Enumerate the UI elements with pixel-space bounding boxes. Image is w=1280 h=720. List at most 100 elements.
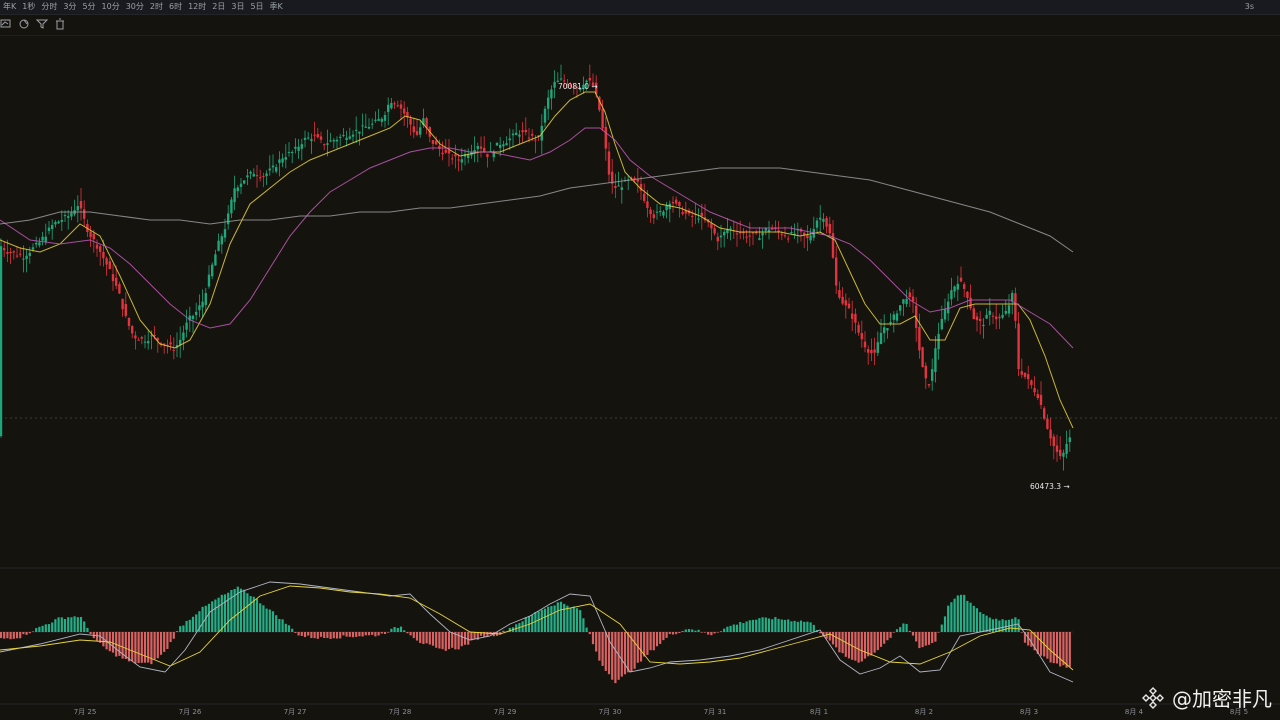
candle-body — [169, 342, 172, 345]
indicator-icon[interactable] — [0, 18, 14, 32]
candle-body — [908, 292, 911, 298]
candle-body — [601, 108, 604, 129]
macd-bar — [767, 618, 771, 632]
macd-bar — [422, 632, 425, 645]
candle-body — [291, 151, 294, 154]
macd-bar — [582, 618, 585, 632]
macd-bar — [787, 619, 790, 632]
macd-bar — [892, 632, 895, 633]
candle-body — [419, 127, 422, 135]
interval-6[interactable]: 30分 — [124, 0, 148, 14]
candle-body — [214, 254, 217, 266]
macd-bar — [835, 632, 838, 648]
candle-body — [950, 290, 953, 300]
candle-body — [940, 318, 943, 330]
candle-body — [486, 153, 489, 157]
candle-body — [499, 144, 502, 148]
candle-body — [89, 231, 92, 238]
candle-body — [236, 187, 239, 192]
macd-bar — [41, 625, 44, 632]
macd-bar — [278, 618, 281, 632]
x-tick-label: 7月 30 — [599, 708, 622, 716]
candle-body — [713, 228, 716, 234]
interval-12[interactable]: 5日 — [248, 0, 267, 14]
macd-bar — [351, 632, 355, 638]
macd-bar — [70, 617, 73, 632]
candle-body — [1020, 371, 1023, 375]
macd-bar — [441, 632, 444, 650]
macd-bar — [1068, 632, 1071, 667]
macd-bar — [185, 620, 188, 632]
macd-bar — [947, 605, 950, 632]
interval-5[interactable]: 10分 — [100, 0, 124, 14]
candle-body — [303, 137, 307, 140]
candle-body — [9, 251, 12, 254]
candle-body — [979, 318, 982, 322]
interval-13[interactable]: 季K — [268, 0, 287, 14]
interval-10[interactable]: 2日 — [210, 0, 229, 14]
candle-body — [249, 171, 252, 174]
interval-9[interactable]: 12时 — [186, 0, 210, 14]
candle-body — [854, 313, 857, 323]
candle-body — [1007, 305, 1011, 314]
candle-body — [310, 138, 313, 141]
macd-bar — [25, 632, 28, 635]
candle-body — [876, 342, 879, 353]
interval-1[interactable]: 1秒 — [20, 0, 39, 14]
candle-body — [921, 347, 924, 368]
refresh-rate[interactable]: 3s — [1245, 0, 1254, 14]
draw-icon[interactable] — [18, 18, 32, 32]
macd-bar — [790, 621, 793, 632]
macd-bar — [246, 593, 249, 632]
candle-body — [351, 134, 355, 137]
macd-bar — [809, 622, 812, 632]
filter-icon[interactable] — [35, 18, 50, 32]
candle-body — [502, 144, 505, 147]
x-tick-label: 7月 28 — [389, 708, 412, 716]
candle-body — [441, 152, 444, 155]
interval-2[interactable]: 分时 — [39, 0, 61, 14]
interval-3[interactable]: 3分 — [61, 0, 80, 14]
candle-body — [735, 233, 739, 235]
macd-bar — [67, 617, 70, 632]
macd-bar — [345, 632, 348, 637]
interval-7[interactable]: 2时 — [148, 0, 167, 14]
macd-bar — [399, 626, 403, 632]
candle-body — [393, 103, 396, 105]
candle-body — [211, 264, 214, 277]
interval-11[interactable]: 3日 — [229, 0, 248, 14]
macd-bar — [927, 632, 931, 645]
candle-body — [460, 159, 463, 163]
interval-4[interactable]: 5分 — [80, 0, 99, 14]
candle-body — [780, 234, 783, 236]
interval-0[interactable]: 年K — [1, 0, 20, 14]
candle-body — [15, 255, 19, 257]
macd-bar — [937, 632, 940, 633]
candle-body — [60, 220, 63, 222]
candle-body — [390, 102, 393, 109]
macd-bar — [723, 628, 726, 632]
candle-body — [383, 115, 387, 121]
macd-bar — [895, 629, 899, 632]
macd-bar — [553, 605, 556, 632]
candle-body — [67, 216, 70, 218]
macd-bar — [169, 632, 172, 643]
candle-body — [124, 304, 127, 316]
price-chart[interactable]: 70081.0 → 60473.3 → 7月 25 7月 26 7月 27 7月 28 7月… — [0, 36, 1280, 720]
candle-body — [937, 333, 940, 350]
macd-bar — [710, 632, 713, 636]
x-tick-label: 7月 25 — [74, 708, 97, 716]
trash-icon[interactable] — [54, 18, 68, 32]
macd-bar — [563, 603, 566, 632]
macd-bar — [847, 632, 851, 659]
candle-body — [902, 299, 905, 304]
x-tick-label: 7月 27 — [284, 708, 307, 716]
candle-body — [217, 240, 220, 251]
macd-bar — [159, 632, 163, 655]
candle-body — [851, 313, 854, 319]
candle-body — [227, 213, 230, 225]
candle-body — [134, 335, 137, 339]
candle-body — [262, 175, 265, 177]
interval-8[interactable]: 6时 — [167, 0, 186, 14]
macd-bar — [883, 632, 886, 644]
